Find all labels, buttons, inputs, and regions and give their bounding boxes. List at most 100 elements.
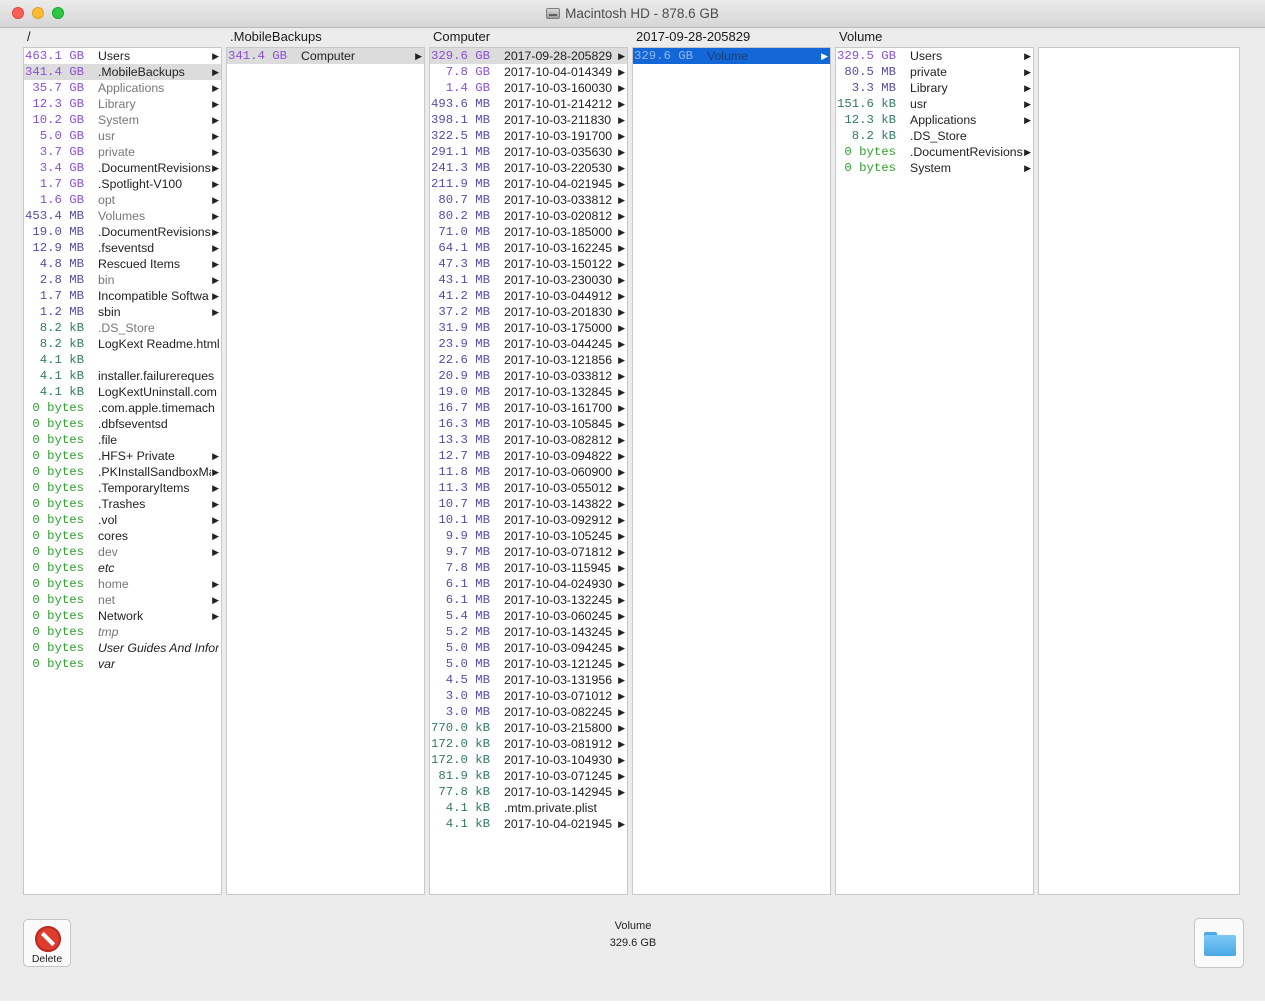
disclosure-arrow-icon[interactable]: ▶ [617,768,625,784]
file-row[interactable]: 80.7 MB 2017-10-03-033812 ▶ [430,192,627,208]
file-row[interactable]: 20.9 MB 2017-10-03-033812 ▶ [430,368,627,384]
disclosure-arrow-icon[interactable]: ▶ [211,144,219,160]
disclosure-arrow-icon[interactable]: ▶ [820,48,828,64]
disclosure-arrow-icon[interactable]: ▶ [617,608,625,624]
disclosure-arrow-icon[interactable]: ▶ [617,384,625,400]
disclosure-arrow-icon[interactable]: ▶ [617,528,625,544]
disclosure-arrow-icon[interactable]: ▶ [617,240,625,256]
disclosure-arrow-icon[interactable]: ▶ [617,272,625,288]
file-row[interactable]: 10.1 MB 2017-10-03-092912 ▶ [430,512,627,528]
disclosure-arrow-icon[interactable]: ▶ [211,496,219,512]
file-row[interactable]: 1.7 GB .Spotlight-V100 ▶ [24,176,221,192]
disclosure-arrow-icon[interactable]: ▶ [617,544,625,560]
disclosure-arrow-icon[interactable]: ▶ [211,160,219,176]
disclosure-arrow-icon[interactable]: ▶ [1023,80,1031,96]
file-row[interactable]: 0 bytes .PKInstallSandboxMa ▶ [24,464,221,480]
disclosure-arrow-icon[interactable]: ▶ [1023,64,1031,80]
file-row[interactable]: 4.8 MB Rescued Items ▶ [24,256,221,272]
file-row[interactable]: 8.2 kB .DS_Store [836,128,1033,144]
file-row[interactable]: 13.3 MB 2017-10-03-082812 ▶ [430,432,627,448]
file-row[interactable]: 4.1 kB installer.failurereques [24,368,221,384]
file-row[interactable]: 71.0 MB 2017-10-03-185000 ▶ [430,224,627,240]
disclosure-arrow-icon[interactable]: ▶ [617,640,625,656]
file-row[interactable]: 3.7 GB private ▶ [24,144,221,160]
file-row[interactable]: 8.2 kB .DS_Store [24,320,221,336]
disclosure-arrow-icon[interactable]: ▶ [617,480,625,496]
disclosure-arrow-icon[interactable]: ▶ [617,224,625,240]
file-row[interactable]: 80.5 MB private ▶ [836,64,1033,80]
disclosure-arrow-icon[interactable]: ▶ [617,96,625,112]
file-row[interactable]: 80.2 MB 2017-10-03-020812 ▶ [430,208,627,224]
file-row[interactable]: 10.2 GB System ▶ [24,112,221,128]
disclosure-arrow-icon[interactable]: ▶ [211,128,219,144]
file-row[interactable]: 329.6 GB Volume ▶ [633,48,830,64]
file-row[interactable]: 12.3 kB Applications ▶ [836,112,1033,128]
file-row[interactable]: 37.2 MB 2017-10-03-201830 ▶ [430,304,627,320]
file-row[interactable]: 12.9 MB .fseventsd ▶ [24,240,221,256]
file-row[interactable]: 12.7 MB 2017-10-03-094822 ▶ [430,448,627,464]
file-row[interactable]: 19.0 MB 2017-10-03-132845 ▶ [430,384,627,400]
file-row[interactable]: 22.6 MB 2017-10-03-121856 ▶ [430,352,627,368]
file-row[interactable]: 0 bytes dev ▶ [24,544,221,560]
file-row[interactable]: 463.1 GB Users ▶ [24,48,221,64]
file-row[interactable]: 11.3 MB 2017-10-03-055012 ▶ [430,480,627,496]
disclosure-arrow-icon[interactable]: ▶ [617,704,625,720]
file-row[interactable]: 11.8 MB 2017-10-03-060900 ▶ [430,464,627,480]
browser-column[interactable]: 463.1 GB Users ▶ 341.4 GB .MobileBackups ▶ 35.… [23,47,222,895]
disclosure-arrow-icon[interactable]: ▶ [617,400,625,416]
disclosure-arrow-icon[interactable]: ▶ [617,128,625,144]
disclosure-arrow-icon[interactable]: ▶ [414,48,422,64]
disclosure-arrow-icon[interactable]: ▶ [211,304,219,320]
file-row[interactable]: 0 bytes Network ▶ [24,608,221,624]
browser-column[interactable]: 329.5 GB Users ▶ 80.5 MB private ▶ 3.3 MB Libra… [835,47,1034,895]
disclosure-arrow-icon[interactable]: ▶ [617,80,625,96]
disclosure-arrow-icon[interactable]: ▶ [617,576,625,592]
file-row[interactable]: 2.8 MB bin ▶ [24,272,221,288]
file-row[interactable]: 0 bytes .DocumentRevisions ▶ [836,144,1033,160]
browser-column[interactable]: 329.6 GB 2017-09-28-205829 ▶ 7.8 GB 2017-10-… [429,47,628,895]
disclosure-arrow-icon[interactable]: ▶ [211,256,219,272]
file-row[interactable]: 12.3 GB Library ▶ [24,96,221,112]
disclosure-arrow-icon[interactable]: ▶ [617,464,625,480]
title-bar[interactable]: Macintosh HD - 878.6 GB [0,0,1265,28]
file-row[interactable]: 453.4 MB Volumes ▶ [24,208,221,224]
file-row[interactable]: 77.8 kB 2017-10-03-142945 ▶ [430,784,627,800]
file-row[interactable]: 3.0 MB 2017-10-03-082245 ▶ [430,704,627,720]
disclosure-arrow-icon[interactable]: ▶ [211,464,219,480]
file-row[interactable]: 10.7 MB 2017-10-03-143822 ▶ [430,496,627,512]
file-row[interactable]: 64.1 MB 2017-10-03-162245 ▶ [430,240,627,256]
disclosure-arrow-icon[interactable]: ▶ [617,304,625,320]
file-row[interactable]: 16.7 MB 2017-10-03-161700 ▶ [430,400,627,416]
file-row[interactable]: 0 bytes var [24,656,221,672]
file-row[interactable]: 8.2 kB LogKext Readme.html [24,336,221,352]
disclosure-arrow-icon[interactable]: ▶ [211,208,219,224]
file-row[interactable]: 81.9 kB 2017-10-03-071245 ▶ [430,768,627,784]
file-row[interactable]: 0 bytes etc [24,560,221,576]
disclosure-arrow-icon[interactable]: ▶ [617,256,625,272]
disclosure-arrow-icon[interactable]: ▶ [617,288,625,304]
file-row[interactable]: 3.3 MB Library ▶ [836,80,1033,96]
disclosure-arrow-icon[interactable]: ▶ [211,272,219,288]
file-row[interactable]: 0 bytes net ▶ [24,592,221,608]
disclosure-arrow-icon[interactable]: ▶ [211,192,219,208]
disclosure-arrow-icon[interactable]: ▶ [617,672,625,688]
disclosure-arrow-icon[interactable]: ▶ [211,48,219,64]
file-row[interactable]: 4.1 kB LogKextUninstall.com [24,384,221,400]
file-row[interactable]: 47.3 MB 2017-10-03-150122 ▶ [430,256,627,272]
disclosure-arrow-icon[interactable]: ▶ [617,784,625,800]
disclosure-arrow-icon[interactable]: ▶ [617,416,625,432]
disclosure-arrow-icon[interactable]: ▶ [617,496,625,512]
disclosure-arrow-icon[interactable]: ▶ [211,80,219,96]
disclosure-arrow-icon[interactable]: ▶ [1023,48,1031,64]
file-row[interactable]: 19.0 MB .DocumentRevisions ▶ [24,224,221,240]
disclosure-arrow-icon[interactable]: ▶ [617,352,625,368]
file-row[interactable]: 493.6 MB 2017-10-01-214212 ▶ [430,96,627,112]
file-row[interactable]: 9.7 MB 2017-10-03-071812 ▶ [430,544,627,560]
disclosure-arrow-icon[interactable]: ▶ [617,64,625,80]
disclosure-arrow-icon[interactable]: ▶ [617,432,625,448]
disclosure-arrow-icon[interactable]: ▶ [211,64,219,80]
file-row[interactable]: 0 bytes User Guides And Inforr [24,640,221,656]
delete-button[interactable]: Delete [23,919,71,967]
file-row[interactable]: 7.8 GB 2017-10-04-014349 ▶ [430,64,627,80]
disclosure-arrow-icon[interactable]: ▶ [211,480,219,496]
